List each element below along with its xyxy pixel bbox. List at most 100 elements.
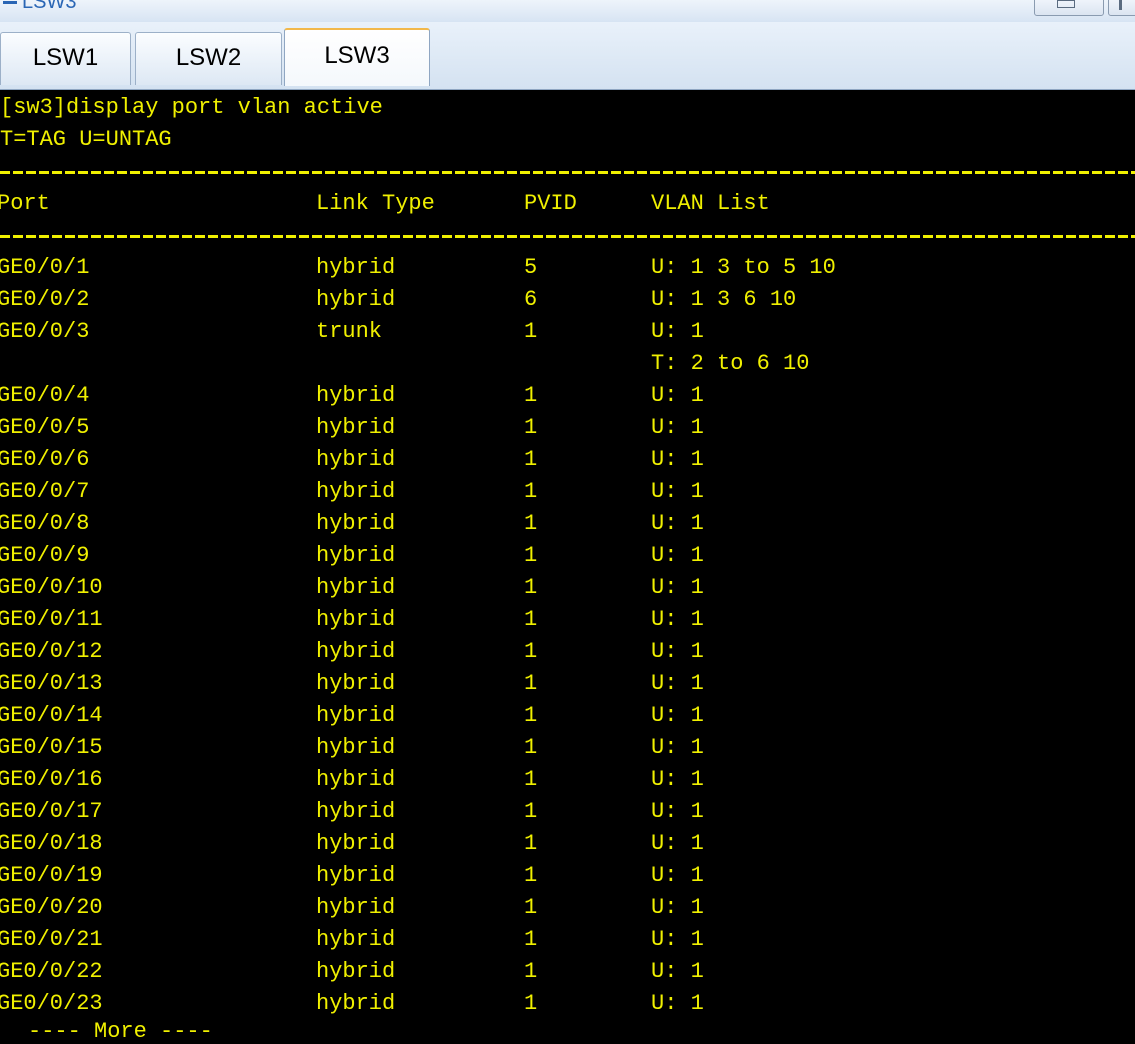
more-prompt: ---- More ---- bbox=[28, 1019, 213, 1044]
vlan-list-cell: U: 1 bbox=[651, 543, 704, 568]
port-cell: GE0/0/14 bbox=[0, 703, 103, 728]
port-cell: GE0/0/6 bbox=[0, 447, 90, 472]
link-type-cell: hybrid bbox=[316, 863, 396, 888]
port-cell: GE0/0/1 bbox=[0, 255, 90, 280]
console-window: LSW3 LSW1 LSW2 LSW3 [sw3]display port vl… bbox=[0, 0, 1135, 1044]
vlan-list-cell: U: 1 bbox=[651, 447, 704, 472]
vlan-list-cell: U: 1 bbox=[651, 863, 704, 888]
table-row: T: 2 to 6 10 bbox=[0, 348, 1135, 380]
port-cell: GE0/0/3 bbox=[0, 319, 90, 344]
port-cell: GE0/0/22 bbox=[0, 959, 103, 984]
table-row: GE0/0/4 hybrid 1 U: 1 bbox=[0, 380, 1135, 412]
table-row: GE0/0/15 hybrid 1 U: 1 bbox=[0, 732, 1135, 764]
vlan-list-cell: U: 1 bbox=[651, 959, 704, 984]
port-cell: GE0/0/16 bbox=[0, 767, 103, 792]
pvid-cell: 1 bbox=[524, 895, 538, 920]
link-type-cell: hybrid bbox=[316, 575, 396, 600]
link-type-cell: hybrid bbox=[316, 991, 396, 1016]
vlan-list-cell: U: 1 bbox=[651, 767, 704, 792]
window-title: LSW3 bbox=[22, 0, 77, 13]
vlan-list-cell: U: 1 bbox=[651, 319, 704, 344]
pvid-cell: 1 bbox=[524, 831, 538, 856]
pvid-cell: 1 bbox=[524, 607, 538, 632]
table-row: GE0/0/14 hybrid 1 U: 1 bbox=[0, 700, 1135, 732]
separator-line bbox=[0, 220, 1135, 252]
separator-line bbox=[0, 156, 1135, 188]
vlan-list-cell: U: 1 bbox=[651, 927, 704, 952]
link-type-cell: hybrid bbox=[316, 255, 396, 280]
close-button[interactable] bbox=[1108, 0, 1135, 16]
table-row: GE0/0/5 hybrid 1 U: 1 bbox=[0, 412, 1135, 444]
vlan-list-cell: U: 1 bbox=[651, 383, 704, 408]
table-row: GE0/0/3 trunk 1 U: 1 bbox=[0, 316, 1135, 348]
link-type-cell: hybrid bbox=[316, 959, 396, 984]
vlan-list-cell: U: 1 bbox=[651, 575, 704, 600]
tab-lsw3[interactable]: LSW3 bbox=[284, 28, 430, 86]
pvid-cell: 1 bbox=[524, 863, 538, 888]
vlan-list-cell: U: 1 bbox=[651, 799, 704, 824]
pvid-cell: 1 bbox=[524, 511, 538, 536]
vlan-list-cell: U: 1 bbox=[651, 639, 704, 664]
pvid-cell: 1 bbox=[524, 959, 538, 984]
link-type-cell: hybrid bbox=[316, 607, 396, 632]
table-header: Port Link Type PVID VLAN List bbox=[0, 188, 1135, 220]
link-type-cell: hybrid bbox=[316, 831, 396, 856]
port-cell: GE0/0/21 bbox=[0, 927, 103, 952]
table-row: GE0/0/13 hybrid 1 U: 1 bbox=[0, 668, 1135, 700]
port-cell: GE0/0/19 bbox=[0, 863, 103, 888]
link-type-cell: hybrid bbox=[316, 639, 396, 664]
restore-button[interactable] bbox=[1034, 0, 1104, 16]
link-type-cell: hybrid bbox=[316, 479, 396, 504]
vlan-list-cell: U: 1 bbox=[651, 479, 704, 504]
link-type-cell: trunk bbox=[316, 319, 383, 344]
port-cell: GE0/0/15 bbox=[0, 735, 103, 760]
pvid-cell: 1 bbox=[524, 415, 538, 440]
vlan-list-cell: U: 1 bbox=[651, 607, 704, 632]
table-row: GE0/0/22 hybrid 1 U: 1 bbox=[0, 956, 1135, 988]
terminal-output[interactable]: [sw3]display port vlan active T=TAG U=UN… bbox=[0, 90, 1135, 1044]
pvid-cell: 1 bbox=[524, 927, 538, 952]
port-cell: GE0/0/11 bbox=[0, 607, 103, 632]
vlan-list-cell: U: 1 bbox=[651, 415, 704, 440]
vlan-list-cell: U: 1 3 6 10 bbox=[651, 287, 797, 312]
table-row: GE0/0/8 hybrid 1 U: 1 bbox=[0, 508, 1135, 540]
table-row: GE0/0/9 hybrid 1 U: 1 bbox=[0, 540, 1135, 572]
pvid-cell: 1 bbox=[524, 383, 538, 408]
port-cell: GE0/0/12 bbox=[0, 639, 103, 664]
pvid-cell: 1 bbox=[524, 735, 538, 760]
link-type-cell: hybrid bbox=[316, 415, 396, 440]
port-cell: GE0/0/2 bbox=[0, 287, 90, 312]
link-type-cell: hybrid bbox=[316, 287, 396, 312]
vlan-list-cell: U: 1 bbox=[651, 831, 704, 856]
tab-lsw2[interactable]: LSW2 bbox=[135, 32, 282, 85]
close-icon bbox=[1119, 0, 1122, 10]
pvid-cell: 6 bbox=[524, 287, 538, 312]
port-cell: GE0/0/18 bbox=[0, 831, 103, 856]
pvid-cell: 1 bbox=[524, 671, 538, 696]
pvid-cell: 1 bbox=[524, 479, 538, 504]
port-cell: GE0/0/4 bbox=[0, 383, 90, 408]
table-row: GE0/0/20 hybrid 1 U: 1 bbox=[0, 892, 1135, 924]
table-row: GE0/0/12 hybrid 1 U: 1 bbox=[0, 636, 1135, 668]
table-row: GE0/0/17 hybrid 1 U: 1 bbox=[0, 796, 1135, 828]
header-port: Port bbox=[0, 191, 50, 216]
link-type-cell: hybrid bbox=[316, 703, 396, 728]
link-type-cell: hybrid bbox=[316, 927, 396, 952]
link-type-cell: hybrid bbox=[316, 383, 396, 408]
pvid-cell: 1 bbox=[524, 799, 538, 824]
port-cell: GE0/0/7 bbox=[0, 479, 90, 504]
tab-lsw1[interactable]: LSW1 bbox=[0, 32, 131, 85]
vlan-list-cell: T: 2 to 6 10 bbox=[651, 351, 810, 376]
port-cell: GE0/0/5 bbox=[0, 415, 90, 440]
header-vlan-list: VLAN List bbox=[651, 191, 770, 216]
vlan-list-cell: U: 1 bbox=[651, 511, 704, 536]
port-cell: GE0/0/8 bbox=[0, 511, 90, 536]
pvid-cell: 1 bbox=[524, 447, 538, 472]
title-bar: LSW3 bbox=[0, 0, 1135, 22]
table-row: GE0/0/21 hybrid 1 U: 1 bbox=[0, 924, 1135, 956]
vlan-list-cell: U: 1 bbox=[651, 991, 704, 1016]
tag-legend: T=TAG U=UNTAG bbox=[0, 127, 172, 152]
table-row: GE0/0/1 hybrid 5 U: 1 3 to 5 10 bbox=[0, 252, 1135, 284]
pvid-cell: 1 bbox=[524, 703, 538, 728]
port-cell: GE0/0/17 bbox=[0, 799, 103, 824]
